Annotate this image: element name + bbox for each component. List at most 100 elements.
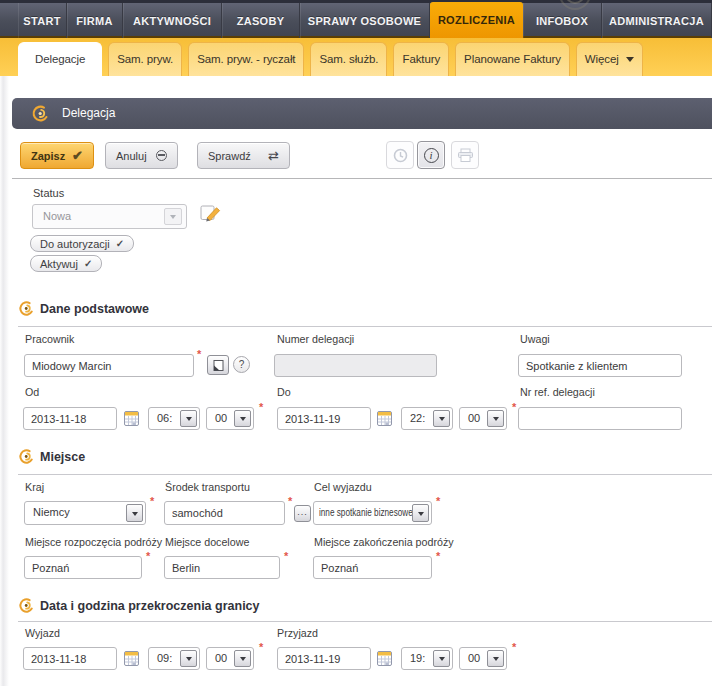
dropdown-button[interactable] — [180, 650, 197, 667]
dropdown-button[interactable] — [487, 410, 504, 427]
activate-button[interactable]: Aktywuj ✓ — [30, 255, 102, 272]
wyjazd-minute-select[interactable]: 00 — [206, 647, 254, 670]
chevron-down-icon — [170, 215, 176, 222]
end-place-label: Miejsce zakończenia podróży — [314, 536, 454, 548]
od-hour-select[interactable]: 06: — [148, 407, 200, 430]
do-date-input[interactable] — [277, 407, 371, 430]
nav-item-label: ADMINISTRACJA — [609, 15, 704, 27]
check-icon: ✔ — [72, 148, 83, 163]
przyjazd-date-input[interactable] — [277, 647, 371, 670]
cancel-button[interactable]: Anuluj — [105, 142, 178, 169]
print-button[interactable] — [451, 141, 479, 169]
dest-place-input[interactable] — [164, 556, 280, 579]
dropdown-button[interactable] — [487, 650, 504, 667]
info-button[interactable]: i — [417, 141, 445, 169]
top-nav-bar: START FIRMA AKTYWNOŚCI ZASOBY SPRAWY OSO… — [0, 0, 712, 38]
cel-label: Cel wyjazdu — [314, 481, 372, 493]
od-label: Od — [25, 386, 39, 398]
dropdown-button[interactable] — [234, 650, 251, 667]
section-place-title: Miejsce — [40, 450, 85, 464]
chevron-down-icon — [626, 57, 634, 66]
nav-item-firma[interactable]: FIRMA — [67, 3, 123, 38]
tab-wiecej[interactable]: Więcej — [576, 42, 643, 76]
tab-sam-pryw-ryczalt[interactable]: Sam. pryw. - ryczałt — [188, 42, 304, 76]
przyjazd-minute-select[interactable]: 00 — [459, 647, 507, 670]
od-minute-value: 00 — [215, 408, 227, 429]
wyjazd-calendar-icon[interactable] — [124, 651, 139, 666]
dropdown-button[interactable] — [234, 410, 251, 427]
przyjazd-calendar-icon[interactable] — [377, 651, 392, 666]
tab-label: Sam. pryw. - ryczałt — [197, 43, 295, 76]
help-button[interactable]: ? — [233, 356, 250, 373]
nav-item-administracja[interactable]: ADMINISTRACJA — [602, 3, 712, 38]
od-calendar-icon[interactable] — [124, 411, 139, 426]
more-options-button[interactable]: ... — [294, 505, 311, 522]
uwagi-input[interactable] — [518, 354, 682, 377]
nav-item-infobox[interactable]: INFOBOX — [523, 3, 602, 38]
dropdown-button[interactable] — [433, 650, 450, 667]
question-mark-icon: ? — [239, 359, 245, 370]
dropdown-button[interactable] — [412, 504, 429, 522]
dropdown-button[interactable] — [126, 504, 143, 522]
tab-label: Więcej — [585, 43, 619, 76]
authorize-button-label: Do autoryzacji — [40, 238, 110, 250]
status-label: Status — [33, 187, 64, 199]
tab-faktury[interactable]: Faktury — [393, 42, 449, 76]
required-asterisk: * — [150, 495, 154, 507]
tab-label: Planowane Faktury — [464, 43, 561, 76]
cel-select[interactable]: inne spotkanie biznesowe — [313, 501, 432, 525]
pracownik-label: Pracownik — [25, 333, 74, 345]
save-button-label: Zapisz — [31, 150, 65, 162]
required-asterisk: * — [436, 550, 440, 562]
section-basic-divider — [18, 326, 712, 327]
nav-item-sprawy-osobowe[interactable]: SPRAWY OSOBOWE — [300, 3, 430, 38]
chevron-down-icon — [439, 417, 445, 424]
wyjazd-hour-select[interactable]: 09: — [148, 647, 200, 670]
required-asterisk: * — [288, 495, 292, 507]
authorize-button[interactable]: Do autoryzacji ✓ — [30, 235, 134, 252]
do-minute-select[interactable]: 00 — [459, 407, 507, 430]
cancel-button-label: Anuluj — [116, 150, 147, 162]
od-minute-select[interactable]: 00 — [206, 407, 254, 430]
tab-delegacje[interactable]: Delegacje — [18, 42, 102, 76]
end-place-input[interactable] — [313, 556, 432, 579]
save-button[interactable]: Zapisz ✔ — [20, 142, 94, 169]
ellipsis-icon: ... — [297, 507, 308, 517]
nav-item-label: SPRAWY OSOBOWE — [308, 15, 421, 27]
nav-item-label: ZASOBY — [237, 15, 285, 27]
nav-item-zasoby[interactable]: ZASOBY — [222, 3, 300, 38]
przyjazd-minute-value: 00 — [468, 648, 480, 669]
nav-item-rozliczenia[interactable]: ROZLICZENIA — [430, 2, 523, 38]
nav-item-aktywnosci[interactable]: AKTYWNOŚCI — [123, 3, 222, 38]
start-place-input[interactable] — [24, 556, 142, 579]
do-hour-select[interactable]: 22: — [401, 407, 453, 430]
od-date-input[interactable] — [23, 407, 117, 430]
chevron-down-icon — [493, 657, 499, 664]
tab-planowane-faktury[interactable]: Planowane Faktury — [455, 42, 570, 76]
chevron-down-icon — [439, 657, 445, 664]
tab-sam-pryw[interactable]: Sam. pryw. — [108, 42, 182, 76]
dropdown-button[interactable] — [180, 410, 197, 427]
kraj-value: Niemcy — [33, 502, 70, 523]
select-employee-button[interactable] — [207, 355, 229, 375]
verify-button[interactable]: Sprawdź ⇄ — [197, 142, 290, 169]
uwagi-label: Uwagi — [520, 333, 550, 345]
nrref-input[interactable] — [518, 407, 682, 430]
transport-input[interactable] — [164, 501, 285, 525]
swap-arrows-icon: ⇄ — [268, 148, 279, 163]
numer-delegacji-input — [274, 354, 437, 377]
tab-label: Delegacje — [35, 43, 85, 76]
pracownik-input[interactable] — [24, 354, 194, 377]
wyjazd-date-input[interactable] — [23, 647, 117, 670]
chevron-down-icon — [240, 417, 246, 424]
nav-item-label: ROZLICZENIA — [438, 14, 515, 26]
nav-item-start[interactable]: START — [18, 3, 67, 38]
przyjazd-hour-select[interactable]: 19: — [401, 647, 453, 670]
status-select[interactable]: Nowa — [32, 204, 187, 229]
dropdown-button[interactable] — [433, 410, 450, 427]
history-button[interactable] — [386, 141, 414, 169]
kraj-select[interactable]: Niemcy — [24, 501, 146, 525]
do-calendar-icon[interactable] — [377, 411, 392, 426]
tab-sam-sluzb[interactable]: Sam. służb. — [310, 42, 387, 76]
edit-status-button[interactable] — [200, 203, 222, 223]
